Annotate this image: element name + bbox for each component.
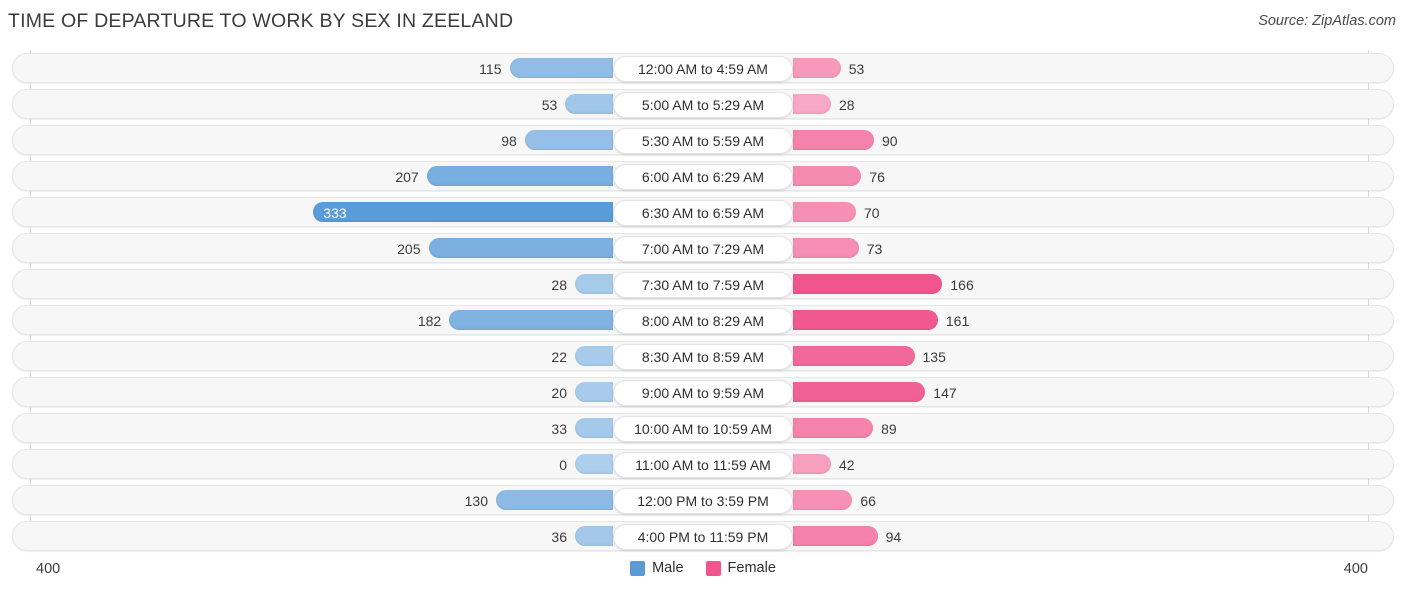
legend-label: Female (727, 560, 776, 576)
category-label[interactable]: 5:30 AM to 5:59 AM (613, 128, 793, 154)
value-label-female: 166 (950, 277, 974, 293)
value-label-male: 33 (551, 421, 567, 437)
category-label[interactable]: 7:00 AM to 7:29 AM (613, 236, 793, 262)
chart-row: 333 70 6:30 AM to 6:59 AM (12, 197, 1394, 227)
bar-female[interactable] (793, 238, 859, 258)
chart-row: 98 90 5:30 AM to 5:59 AM (12, 125, 1394, 155)
bar-male[interactable] (575, 454, 613, 474)
value-label-male: 20 (551, 385, 567, 401)
chart-legend: Male Female (0, 560, 1406, 576)
bar-female[interactable] (793, 526, 878, 546)
bar-male[interactable] (575, 382, 613, 402)
value-label-male: 115 (479, 61, 502, 77)
legend-item[interactable]: Male (630, 560, 684, 576)
chart-row: 22 135 8:30 AM to 8:59 AM (12, 341, 1394, 371)
category-label[interactable]: 8:00 AM to 8:29 AM (613, 308, 793, 334)
category-label[interactable]: 9:00 AM to 9:59 AM (613, 380, 793, 406)
bar-male[interactable] (524, 130, 613, 150)
chart-row: 28 166 7:30 AM to 7:59 AM (12, 269, 1394, 299)
value-label-female: 28 (839, 97, 855, 113)
page-title: TIME OF DEPARTURE TO WORK BY SEX IN ZEEL… (8, 10, 514, 32)
source-attribution: Source: ZipAtlas.com (1258, 13, 1396, 29)
value-label-female: 42 (839, 457, 855, 473)
bar-male[interactable] (575, 274, 613, 294)
category-label[interactable]: 6:30 AM to 6:59 AM (613, 200, 793, 226)
bar-male[interactable] (428, 238, 613, 258)
value-label-female: 89 (881, 421, 897, 437)
bar-female[interactable] (793, 382, 926, 402)
chart-row: 205 73 7:00 AM to 7:29 AM (12, 233, 1394, 263)
legend-item[interactable]: Female (705, 560, 776, 576)
value-label-male: 36 (551, 529, 567, 545)
category-label[interactable]: 8:30 AM to 8:59 AM (613, 344, 793, 370)
value-label-female: 94 (885, 529, 902, 545)
value-label-male: 130 (464, 493, 488, 509)
bar-female[interactable] (793, 274, 943, 294)
category-label[interactable]: 6:00 AM to 6:29 AM (613, 164, 793, 190)
chart-plot-area: 115 53 12:00 AM to 4:59 AM 53 28 5:00 AM to 5… (0, 50, 1406, 553)
bar-female[interactable] (793, 418, 874, 438)
chart-row: 182 161 8:00 AM to 8:29 AM (12, 305, 1394, 335)
value-label-female: 161 (945, 313, 970, 329)
bar-male[interactable] (565, 94, 613, 114)
chart-row: 0 42 11:00 AM to 11:59 AM (12, 449, 1394, 479)
value-label-female: 90 (882, 133, 898, 149)
bar-male[interactable] (575, 526, 613, 546)
chart-row: 20 147 9:00 AM to 9:59 AM (12, 377, 1394, 407)
value-label-female: 66 (860, 493, 876, 509)
chart-row: 36 94 4:00 PM to 11:59 PM (12, 521, 1394, 551)
bar-female[interactable] (793, 346, 915, 366)
value-label-male: 22 (551, 349, 567, 365)
value-label-male: 182 (417, 313, 442, 329)
bar-female[interactable] (793, 94, 831, 114)
legend-label: Male (652, 560, 684, 576)
value-label-male: 205 (397, 241, 421, 257)
value-label-male: 0 (559, 457, 567, 473)
chart-row: 115 53 12:00 AM to 4:59 AM (12, 53, 1394, 83)
category-label[interactable]: 12:00 PM to 3:59 PM (613, 488, 793, 514)
category-label[interactable]: 11:00 AM to 11:59 AM (613, 452, 793, 478)
legend-swatch-icon (630, 560, 646, 576)
bar-female[interactable] (793, 454, 831, 474)
value-label-female: 70 (864, 205, 880, 221)
bar-female[interactable] (793, 202, 856, 222)
bar-male[interactable] (496, 490, 613, 510)
bar-female[interactable] (793, 490, 853, 510)
legend-swatch-icon (705, 560, 721, 576)
bar-male[interactable] (509, 58, 613, 78)
category-label[interactable]: 5:00 AM to 5:29 AM (613, 92, 793, 118)
bar-male[interactable] (575, 346, 613, 366)
value-label-male: 53 (541, 97, 558, 113)
bar-male[interactable] (575, 418, 613, 438)
value-label-female: 147 (933, 385, 957, 401)
bar-female[interactable] (793, 130, 874, 150)
category-label[interactable]: 4:00 PM to 11:59 PM (613, 524, 793, 550)
chart-row: 130 66 12:00 PM to 3:59 PM (12, 485, 1394, 515)
bar-male[interactable] (449, 310, 613, 330)
value-label-female: 135 (922, 349, 946, 365)
bar-female[interactable] (793, 166, 862, 186)
value-label-male: 207 (395, 169, 419, 185)
bar-female[interactable] (793, 58, 841, 78)
value-label-male: 333 (323, 205, 347, 221)
bar-female[interactable] (793, 310, 938, 330)
category-label[interactable]: 7:30 AM to 7:59 AM (613, 272, 793, 298)
chart-row: 53 28 5:00 AM to 5:29 AM (12, 89, 1394, 119)
value-label-female: 73 (866, 241, 883, 257)
value-label-male: 28 (551, 277, 567, 293)
category-label[interactable]: 10:00 AM to 10:59 AM (613, 416, 793, 442)
chart-row: 207 76 6:00 AM to 6:29 AM (12, 161, 1394, 191)
value-label-female: 53 (848, 61, 865, 77)
chart-page: TIME OF DEPARTURE TO WORK BY SEX IN ZEEL… (0, 0, 1406, 595)
category-label[interactable]: 12:00 AM to 4:59 AM (613, 56, 793, 82)
chart-row: 33 89 10:00 AM to 10:59 AM (12, 413, 1394, 443)
value-label-male: 98 (501, 133, 517, 149)
bar-male[interactable] (426, 166, 613, 186)
value-label-female: 76 (869, 169, 885, 185)
